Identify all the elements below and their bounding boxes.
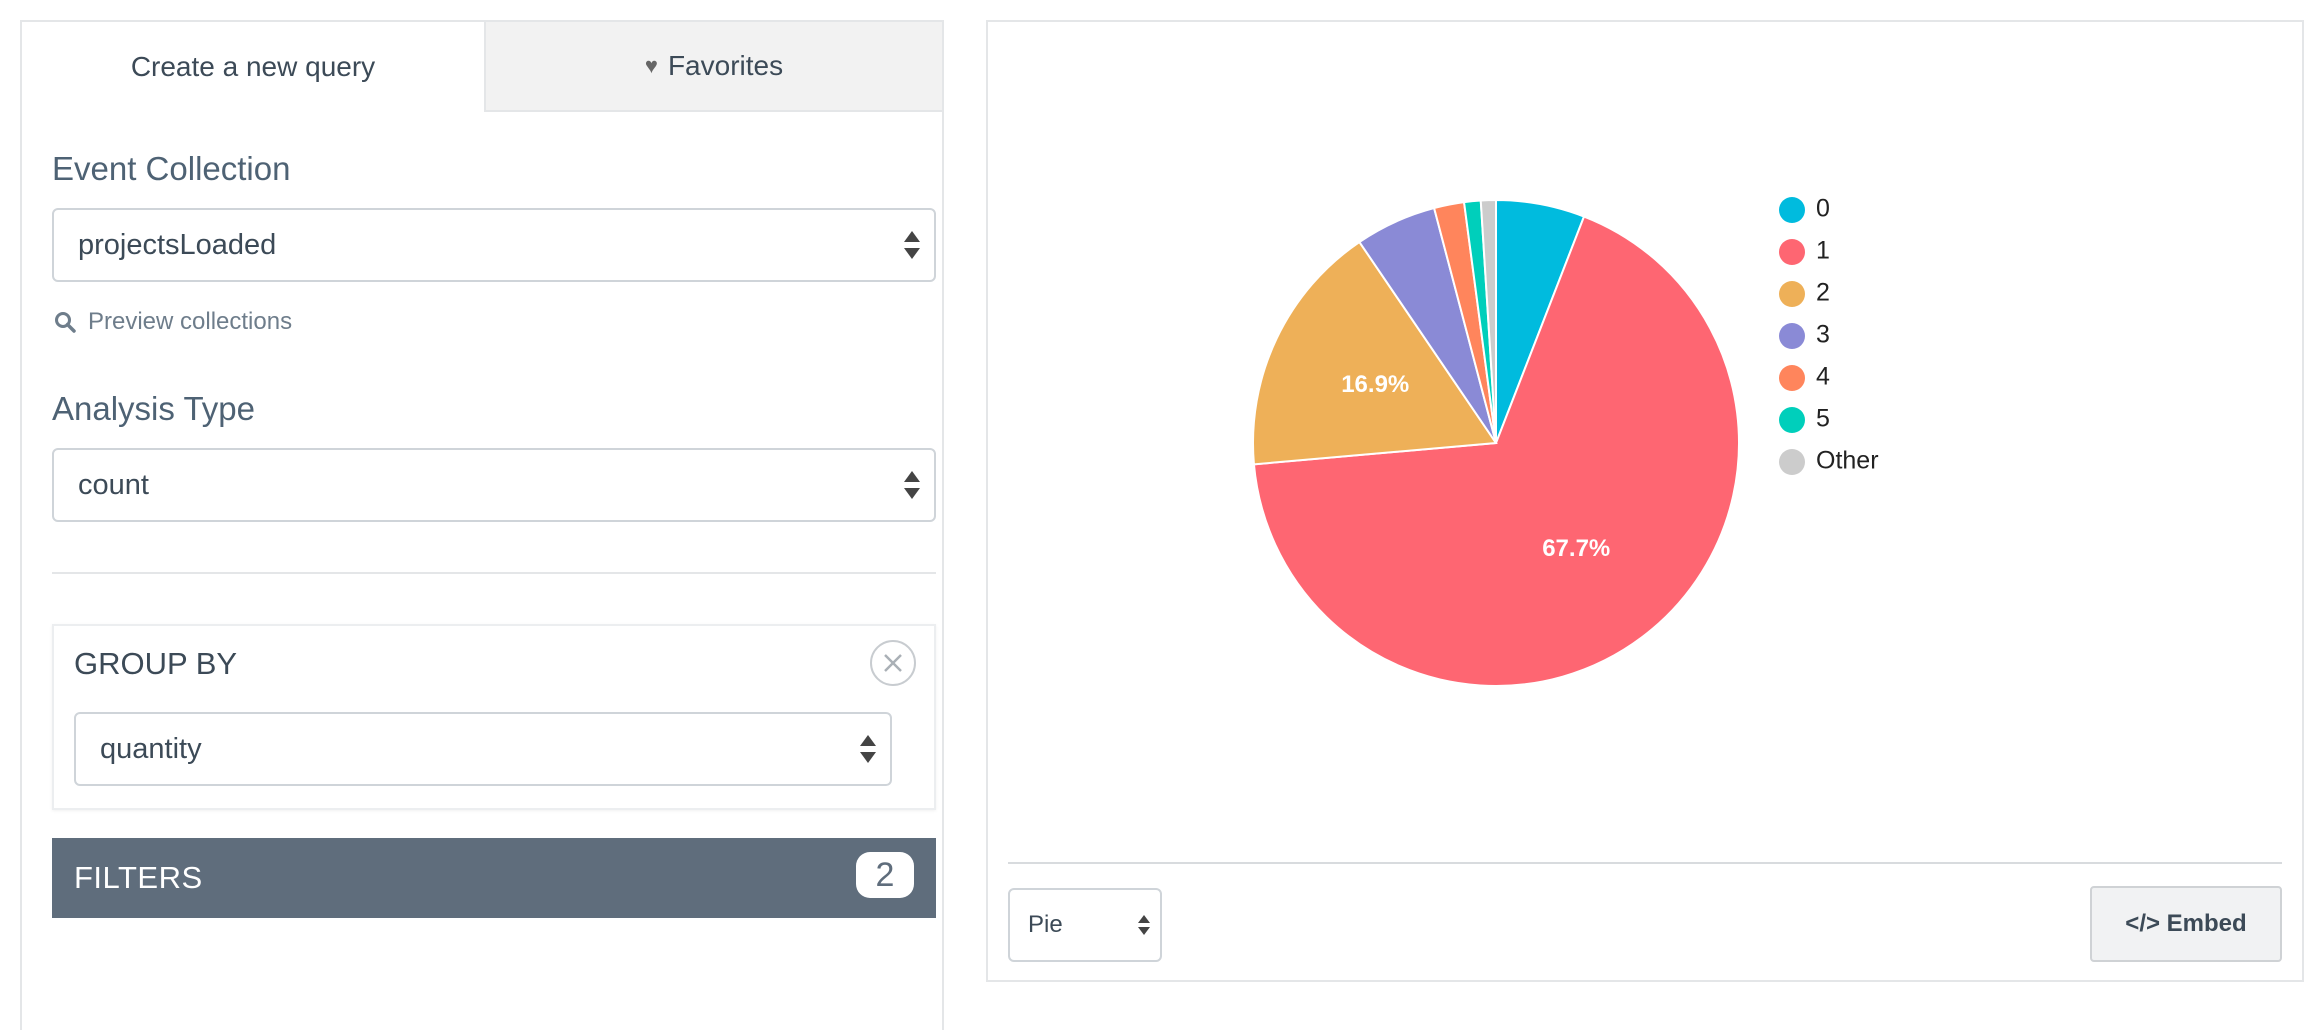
analysis-type-label: Analysis Type [52, 390, 255, 427]
heart-icon: ♥ [644, 53, 658, 78]
preview-collections-link[interactable]: Preview collections [54, 308, 292, 336]
group-by-title: GROUP BY [74, 646, 238, 681]
legend-label-1[interactable]: 1 [1816, 237, 1830, 265]
analysis-type-value: count [78, 468, 149, 501]
legend-label-4[interactable]: 4 [1816, 363, 1830, 391]
chart-panel: 67.7% 16.9% 0 1 2 3 4 5 Other Pie </> Embed [986, 20, 2304, 982]
section-divider [52, 572, 936, 574]
legend-label-3[interactable]: 3 [1816, 321, 1830, 349]
event-collection-label: Event Collection [52, 150, 291, 187]
chart-divider [1008, 862, 2282, 864]
filters-label: FILTERS [74, 860, 203, 895]
legend-swatch-other[interactable] [1779, 449, 1805, 475]
legend-swatch-0[interactable] [1779, 197, 1805, 223]
select-arrows-icon [904, 471, 920, 499]
filters-toggle[interactable]: FILTERS 2 [52, 838, 936, 918]
legend-swatch-2[interactable] [1779, 281, 1805, 307]
tab-create-new-query[interactable]: Create a new query [22, 22, 484, 112]
chart-type-value: Pie [1028, 911, 1063, 938]
tab-favorites-label: Favorites [667, 50, 784, 81]
legend-swatch-1[interactable] [1779, 239, 1805, 265]
legend-swatch-4[interactable] [1779, 365, 1805, 391]
legend-label-5[interactable]: 5 [1816, 405, 1830, 433]
legend-label-0[interactable]: 0 [1816, 195, 1830, 223]
analysis-type-select[interactable]: count [52, 448, 936, 522]
select-arrows-icon [1138, 915, 1150, 935]
legend-swatch-3[interactable] [1779, 323, 1805, 349]
legend-swatch-5[interactable] [1779, 407, 1805, 433]
event-collection-value: projectsLoaded [78, 228, 277, 261]
tab-favorites[interactable]: ♥ Favorites [484, 22, 942, 112]
filters-count-badge: 2 [856, 852, 914, 898]
group-by-select[interactable]: quantity [74, 712, 892, 786]
remove-group-by-button[interactable] [870, 640, 916, 686]
legend-label-2[interactable]: 2 [1816, 279, 1830, 307]
tab-create-new-query-label: Create a new query [130, 51, 376, 82]
embed-button-label: </> Embed [2125, 910, 2247, 937]
event-collection-select[interactable]: projectsLoaded [52, 208, 936, 282]
select-arrows-icon [904, 231, 920, 259]
select-arrows-icon [860, 735, 876, 763]
query-builder-panel: Create a new query ♥ Favorites Event Col… [20, 20, 944, 1030]
pie-slice-label-1: 67.7% [1542, 535, 1610, 562]
query-tabs: Create a new query ♥ Favorites [22, 22, 942, 112]
group-by-section: GROUP BY quantity [52, 624, 936, 810]
legend-label-other[interactable]: Other [1816, 447, 1879, 475]
pie-chart: 67.7% 16.9% 0 1 2 3 4 5 Other [1252, 195, 1879, 687]
embed-button[interactable]: </> Embed [2090, 886, 2282, 962]
close-icon [884, 654, 902, 672]
chart-type-select[interactable]: Pie [1008, 888, 1162, 962]
preview-collections-label: Preview collections [88, 308, 293, 335]
pie-slice-label-2: 16.9% [1341, 371, 1409, 398]
search-icon [55, 312, 76, 333]
group-by-value: quantity [100, 732, 202, 765]
